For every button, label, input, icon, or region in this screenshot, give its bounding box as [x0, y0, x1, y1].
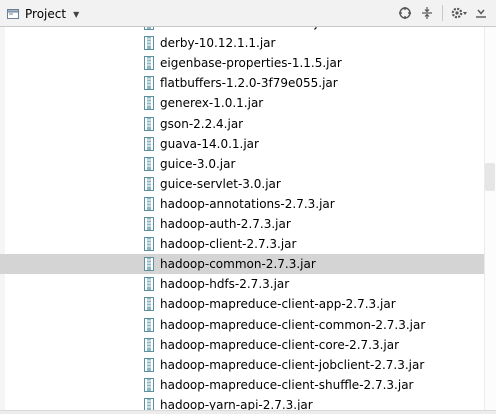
- jar-archive-icon: [143, 27, 155, 30]
- tree-item-label: hadoop-annotations-2.7.3.jar: [160, 196, 335, 211]
- tree-item[interactable]: guice-servlet-3.0.jar: [0, 174, 484, 194]
- tree-item[interactable]: gson-2.2.4.jar: [0, 114, 484, 134]
- project-tree: datanucleus-rdbms-3.2.9.jar derby-10.12.1…: [0, 27, 496, 414]
- tree-item[interactable]: datanucleus-rdbms-3.2.9.jar: [0, 27, 484, 33]
- tree-item[interactable]: generex-1.0.1.jar: [0, 93, 484, 113]
- tree-item[interactable]: hadoop-mapreduce-client-common-2.7.3.jar: [0, 315, 484, 335]
- tree-item-label: hadoop-mapreduce-client-shuffle-2.7.3.ja…: [160, 377, 414, 392]
- jar-archive-icon: [143, 217, 155, 231]
- scroll-from-source-icon[interactable]: [396, 4, 414, 22]
- tree-item[interactable]: hadoop-mapreduce-client-shuffle-2.7.3.ja…: [0, 375, 484, 395]
- tree-item-label: hadoop-mapreduce-client-core-2.7.3.jar: [160, 337, 400, 352]
- jar-archive-icon: [143, 337, 155, 352]
- vertical-scrollbar[interactable]: [484, 27, 496, 414]
- tree-item-label: guice-servlet-3.0.jar: [160, 176, 281, 191]
- project-view-selector[interactable]: Project ▼: [6, 5, 79, 23]
- tree-item-label: datanucleus-rdbms-3.2.9.jar: [160, 27, 330, 30]
- tree-item-label: gson-2.2.4.jar: [160, 116, 244, 131]
- jar-archive-icon: [143, 377, 155, 392]
- tree-item[interactable]: hadoop-annotations-2.7.3.jar: [0, 194, 484, 214]
- tree-item[interactable]: hadoop-client-2.7.3.jar: [0, 234, 484, 254]
- jar-archive-icon: [143, 136, 155, 151]
- tree-item[interactable]: hadoop-mapreduce-client-core-2.7.3.jar: [0, 335, 484, 355]
- tree-item-label: hadoop-mapreduce-client-common-2.7.3.jar: [160, 317, 426, 332]
- jar-archive-icon: [143, 357, 155, 372]
- tree-item[interactable]: flatbuffers-1.2.0-3f79e055.jar: [0, 73, 484, 93]
- jar-archive-icon: [143, 56, 155, 71]
- tree-item-label: hadoop-client-2.7.3.jar: [160, 237, 297, 252]
- tree-item-label: hadoop-common-2.7.3.jar: [160, 257, 316, 272]
- jar-archive-icon: [143, 116, 155, 131]
- tree-item-label: hadoop-auth-2.7.3.jar: [160, 217, 291, 231]
- jar-archive-icon: [143, 176, 155, 191]
- jar-archive-icon: [143, 277, 155, 292]
- project-folder-icon: [6, 7, 20, 21]
- tree-item[interactable]: derby-10.12.1.1.jar: [0, 33, 484, 53]
- jar-archive-icon: [143, 257, 155, 272]
- tree-item-label: flatbuffers-1.2.0-3f79e055.jar: [160, 76, 338, 91]
- project-tool-window-header: Project ▼: [0, 0, 496, 27]
- tree-item-label: hadoop-hdfs-2.7.3.jar: [160, 277, 290, 292]
- tree-item-label: generex-1.0.1.jar: [160, 96, 264, 111]
- scrollbar-thumb[interactable]: [485, 163, 495, 191]
- tree-item-label: hadoop-mapreduce-client-app-2.7.3.jar: [160, 297, 396, 312]
- tree-item-label: guava-14.0.1.jar: [160, 136, 259, 151]
- tree-item[interactable]: guava-14.0.1.jar: [0, 134, 484, 154]
- gear-icon[interactable]: [450, 4, 468, 22]
- panel-bottom-edge: [0, 410, 496, 414]
- chevron-down-icon[interactable]: ▼: [73, 10, 79, 19]
- tree-item-label: hadoop-mapreduce-client-jobclient-2.7.3.…: [160, 357, 425, 372]
- tree-item-label: eigenbase-properties-1.1.5.jar: [160, 56, 342, 71]
- collapse-all-icon[interactable]: [418, 4, 436, 22]
- jar-archive-icon: [143, 156, 155, 171]
- tree-item[interactable]: eigenbase-properties-1.1.5.jar: [0, 53, 484, 73]
- tree-item[interactable]: guice-3.0.jar: [0, 154, 484, 174]
- tree-item[interactable]: hadoop-mapreduce-client-jobclient-2.7.3.…: [0, 355, 484, 375]
- toolbar-separator: [442, 5, 443, 21]
- jar-archive-icon: [143, 297, 155, 312]
- jar-archive-icon: [143, 196, 155, 211]
- tree-item[interactable]: hadoop-hdfs-2.7.3.jar: [0, 274, 484, 294]
- header-toolbar: [392, 4, 490, 22]
- jar-archive-icon: [143, 317, 155, 332]
- tree-item[interactable]: hadoop-common-2.7.3.jar: [0, 254, 484, 275]
- tool-window-title: Project: [25, 7, 67, 21]
- jar-archive-icon: [143, 96, 155, 111]
- tree-item-label: derby-10.12.1.1.jar: [160, 36, 276, 51]
- tree-item[interactable]: hadoop-auth-2.7.3.jar: [0, 214, 484, 234]
- tree-item-label: guice-3.0.jar: [160, 156, 236, 171]
- jar-archive-icon: [143, 237, 155, 252]
- jar-archive-icon: [143, 76, 155, 91]
- jar-archive-icon: [143, 36, 155, 51]
- hide-panel-icon[interactable]: [472, 4, 490, 22]
- tree-item[interactable]: hadoop-mapreduce-client-app-2.7.3.jar: [0, 294, 484, 314]
